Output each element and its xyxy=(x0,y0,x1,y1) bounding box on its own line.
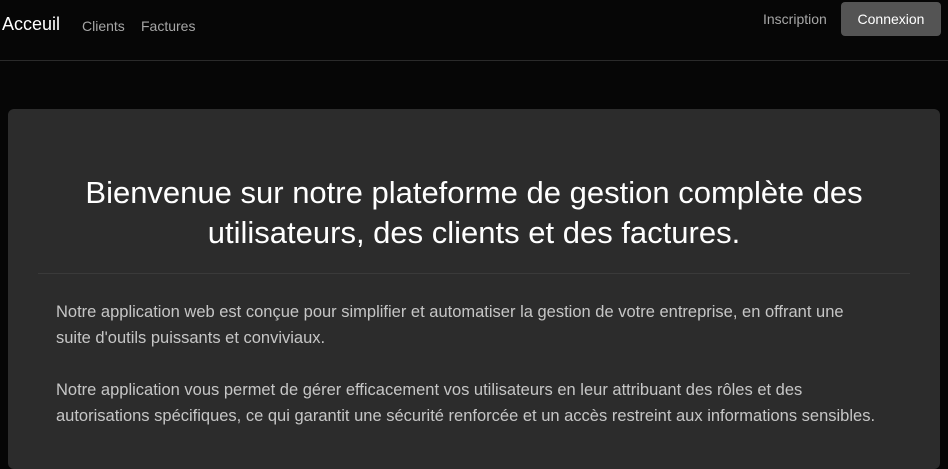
divider xyxy=(38,273,910,274)
welcome-title: Bienvenue sur notre plateforme de gestio… xyxy=(85,175,863,250)
connexion-button[interactable]: Connexion xyxy=(841,2,941,36)
intro-paragraph: Notre application web est conçue pour si… xyxy=(56,303,844,347)
top-navbar: Acceuil Clients Factures Inscription Con… xyxy=(0,0,948,61)
nav-link-factures[interactable]: Factures xyxy=(141,18,195,34)
nav-link-clients[interactable]: Clients xyxy=(82,18,125,34)
inscription-link[interactable]: Inscription xyxy=(763,11,827,27)
brand-home-link[interactable]: Acceuil xyxy=(2,14,60,35)
welcome-card: Bienvenue sur notre plateforme de gestio… xyxy=(8,109,940,469)
users-paragraph: Notre application vous permet de gérer e… xyxy=(56,381,876,425)
